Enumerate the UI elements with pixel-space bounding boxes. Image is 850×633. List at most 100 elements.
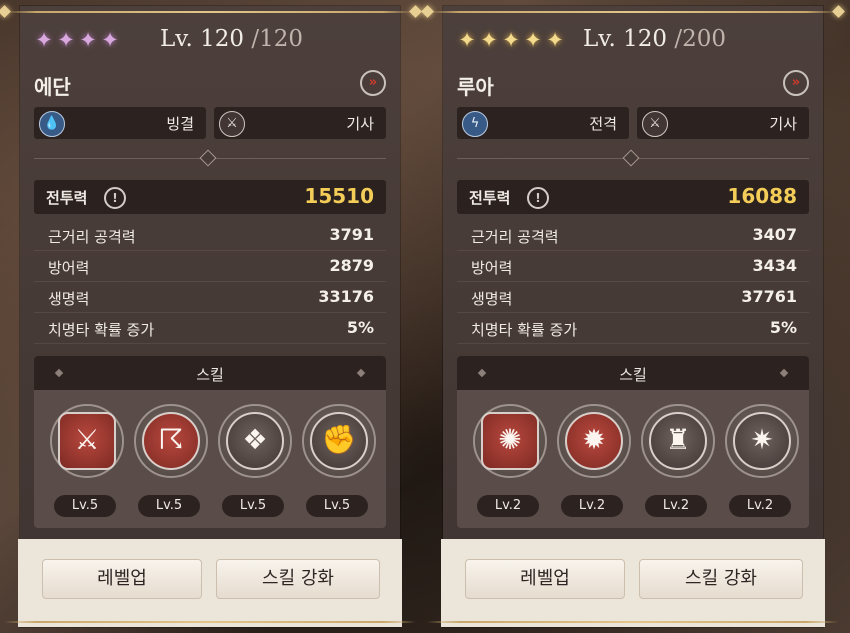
shield-grid-icon: ❖ [226,412,284,470]
stat-row: 생명력 37761 [457,282,809,313]
ice-drop-icon: 💧 [39,111,65,137]
stat-label: 생명력 [48,290,90,308]
star-icon: ✦ [524,28,542,52]
level-cap: /120 [251,26,304,52]
bottom-gold-border [427,621,839,623]
combat-power-label: 전투력 [469,189,511,207]
level-cap: /200 [674,26,727,52]
star-icon: ✦ [502,28,520,52]
stat-label: 치명타 확률 증가 [471,321,578,339]
star-icon: ✦ [458,28,476,52]
crossed-swords-icon: ⚔ [219,111,245,137]
combat-power-label: 전투력 [46,189,88,207]
burst-icon: ✹ [565,412,623,470]
skill-level-badge: Lv.2 [477,495,539,517]
level-current: Lv. 120 [160,26,245,52]
skill-level-badge: Lv.5 [54,495,116,517]
element-label: 빙결 [166,115,194,133]
stat-row: 치명타 확률 증가 5% [457,313,809,344]
stat-label: 생명력 [471,290,513,308]
star-icon: ✦ [35,28,53,52]
character-name: 루아 [457,75,494,99]
stat-row: 생명력 33176 [34,282,386,313]
star-icon: ✦ [57,28,75,52]
class-label: 기사 [346,115,374,133]
stat-label: 방어력 [48,259,90,277]
info-icon[interactable]: ! [527,187,549,209]
star-icon: ✦ [546,28,564,52]
level-up-button[interactable]: 레벨업 [465,559,625,599]
skill-level-badge: Lv.2 [561,495,623,517]
stat-row: 치명타 확률 증가 5% [34,313,386,344]
star-rating: ✦ ✦ ✦ ✦ [34,28,120,52]
stat-row: 방어력 3434 [457,251,809,282]
action-bar: 레벨업 스킬 강화 [441,539,825,627]
divider-ornament [622,149,640,167]
element-badge: 💧 빙결 [34,107,206,139]
skill-upgrade-button[interactable]: 스킬 강화 [639,559,803,599]
stat-value: 3407 [752,225,797,244]
stat-label: 근거리 공격력 [471,228,559,246]
skill-upgrade-button[interactable]: 스킬 강화 [216,559,380,599]
aura-figure-icon: ♜ [649,412,707,470]
stat-row: 근거리 공격력 3791 [34,220,386,251]
skill-title: 스킬 [619,366,647,384]
fist-icon: ✊ [310,412,368,470]
skill-panel: 스킬 ⚔ ☈ ❖ ✊ Lv.5 Lv.5 Lv.5 Lv.5 [34,356,386,528]
level-current: Lv. 120 [583,26,668,52]
element-label: 전격 [589,115,617,133]
skill-slot-3[interactable]: ❖ [218,404,292,478]
character-name: 에단 [34,75,71,99]
stat-value: 3791 [329,225,374,244]
crossed-swords-icon: ⚔ [58,412,116,470]
top-gold-border [427,11,839,13]
skill-slot-4[interactable]: ✊ [302,404,376,478]
skill-level-badge: Lv.2 [645,495,707,517]
stat-label: 치명타 확률 증가 [48,321,155,339]
skill-level-badge: Lv.5 [306,495,368,517]
skill-slot-2[interactable]: ☈ [134,404,208,478]
level-display: Lv. 120 /120 [160,26,303,52]
level-display: Lv. 120 /200 [583,26,726,52]
divider-ornament [199,149,217,167]
element-badge: ϟ 전격 [457,107,629,139]
skill-slot-4[interactable]: ✷ [725,404,799,478]
combat-power-row: 전투력 ! 15510 [34,180,386,214]
skill-slot-3[interactable]: ♜ [641,404,715,478]
combat-power-row: 전투력 ! 16088 [457,180,809,214]
stat-label: 근거리 공격력 [48,228,136,246]
class-badge: ⚔ 기사 [214,107,386,139]
claw-slash-icon: ☈ [142,412,200,470]
class-label: 기사 [769,115,797,133]
skill-slot-1[interactable]: ✺ [473,404,547,478]
class-badge: ⚔ 기사 [637,107,809,139]
vortex-icon: ✺ [481,412,539,470]
star-icon: ✦ [101,28,119,52]
skill-level-badge: Lv.5 [222,495,284,517]
skill-panel: 스킬 ✺ ✹ ♜ ✷ Lv.2 Lv.2 Lv.2 Lv.2 [457,356,809,528]
stat-value: 2879 [329,256,374,275]
details-chevron-button[interactable]: » [360,70,386,96]
top-gold-border [4,11,416,13]
skill-level-badge: Lv.2 [729,495,791,517]
combat-power-value: 16088 [727,184,797,208]
star-icon: ✦ [480,28,498,52]
stat-row: 근거리 공격력 3407 [457,220,809,251]
combat-power-value: 15510 [304,184,374,208]
action-bar: 레벨업 스킬 강화 [18,539,402,627]
lightning-icon: ϟ [462,111,488,137]
info-icon[interactable]: ! [104,187,126,209]
stat-label: 방어력 [471,259,513,277]
star-icon: ✦ [79,28,97,52]
stat-row: 방어력 2879 [34,251,386,282]
skill-header: 스킬 [457,356,809,390]
stat-value: 37761 [741,287,797,306]
character-card-1: ✦ ✦ ✦ ✦ Lv. 120 /120 에단 » 💧 빙결 ⚔ 기사 전투력 … [0,5,422,627]
stat-value: 5% [346,318,374,337]
details-chevron-button[interactable]: » [783,70,809,96]
skill-slot-2[interactable]: ✹ [557,404,631,478]
level-up-button[interactable]: 레벨업 [42,559,202,599]
crossed-swords-icon: ⚔ [642,111,668,137]
skill-slot-1[interactable]: ⚔ [50,404,124,478]
stat-value: 5% [769,318,797,337]
